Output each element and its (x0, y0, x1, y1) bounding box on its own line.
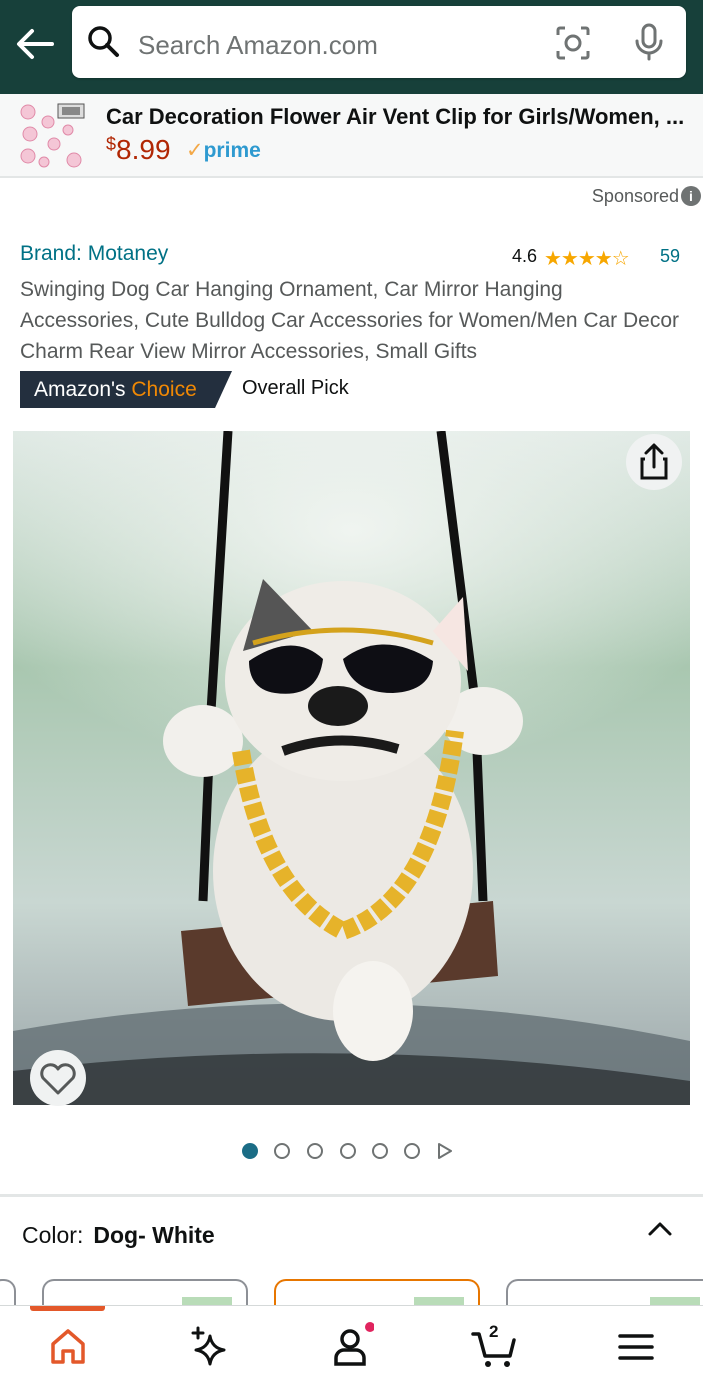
info-icon[interactable]: i (681, 186, 701, 206)
carousel-dot[interactable] (372, 1143, 388, 1159)
ad-price: $8.99 (106, 134, 171, 165)
wishlist-button[interactable] (30, 1050, 86, 1106)
top-bar: Search Amazon.com (0, 0, 703, 94)
rating-value: 4.6 (512, 246, 538, 266)
ad-product-thumbnail (20, 103, 85, 168)
camera-search-icon[interactable] (554, 24, 592, 62)
brand-link[interactable]: Brand: Motaney (20, 242, 168, 266)
color-selector-label[interactable]: Color: Dog- White (22, 1222, 215, 1249)
ad-title[interactable]: Car Decoration Flower Air Vent Clip for … (106, 104, 684, 130)
active-tab-indicator (30, 1306, 105, 1311)
microphone-icon[interactable] (632, 22, 666, 62)
sponsored-ad-banner[interactable]: Car Decoration Flower Air Vent Clip for … (0, 94, 703, 178)
carousel-dot[interactable] (307, 1143, 323, 1159)
product-image[interactable] (13, 431, 690, 1105)
selected-color: Dog- White (93, 1222, 215, 1248)
bottom-navigation (0, 1305, 703, 1379)
review-count-link[interactable]: 59 (660, 246, 680, 267)
product-title: Swinging Dog Car Hanging Ornament, Car M… (20, 278, 680, 363)
heart-icon (40, 1063, 76, 1095)
sponsored-label: Sponsored (591, 186, 679, 206)
menu-icon[interactable] (612, 1322, 660, 1370)
cart-count-badge: 2 (489, 1322, 499, 1341)
account-icon[interactable] (326, 1322, 374, 1370)
search-icon (88, 26, 119, 57)
search-box[interactable]: Search Amazon.com (72, 6, 686, 78)
share-button[interactable] (626, 434, 682, 490)
carousel-dot[interactable] (404, 1143, 420, 1159)
share-icon (640, 443, 668, 480)
chevron-up-icon[interactable] (646, 1218, 674, 1240)
carousel-dot[interactable] (274, 1143, 290, 1159)
sparkle-icon[interactable] (186, 1322, 234, 1370)
carousel-dot[interactable] (340, 1143, 356, 1159)
section-divider (0, 1194, 703, 1197)
back-arrow-icon[interactable] (14, 24, 56, 64)
rating-stars[interactable]: ★★★★☆ (544, 246, 630, 271)
search-input[interactable]: Search Amazon.com (138, 30, 378, 61)
home-icon[interactable] (44, 1322, 92, 1370)
video-play-icon[interactable] (436, 1142, 454, 1160)
carousel-dot[interactable] (242, 1143, 258, 1159)
prime-badge: ✓prime (186, 139, 261, 162)
overall-pick-label: Overall Pick (242, 377, 349, 399)
